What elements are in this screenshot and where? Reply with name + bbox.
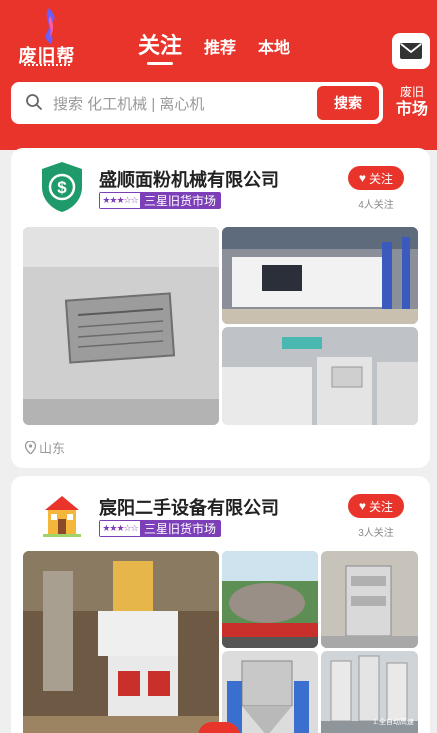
rating-stars: ★★★☆☆ <box>100 193 140 208</box>
rating-badge: ★★★☆☆ 三星旧货市场 <box>99 192 222 209</box>
search-input[interactable]: 搜索 化工机械 | 离心机 <box>53 93 204 114</box>
location-pin-icon <box>25 441 36 454</box>
market-link-line2: 市场 <box>395 101 428 118</box>
tab-recommend[interactable]: 推荐 <box>204 28 236 58</box>
logo-dots <box>24 64 70 69</box>
app-logo[interactable]: 废旧帮 <box>12 8 82 72</box>
follow-count: 3人关注 <box>358 528 394 539</box>
company-card[interactable]: $ 盛顺面粉机械有限公司 ★★★☆☆ 三星旧货市场 ♥ 关注 4人关注 山东 <box>11 148 430 468</box>
company-name[interactable]: 盛顺面粉机械有限公司 <box>99 166 279 192</box>
product-photo[interactable] <box>222 327 418 425</box>
color-sorter-image <box>222 227 418 324</box>
mail-icon <box>400 43 422 59</box>
location: 山东 <box>25 438 65 457</box>
floating-action-button[interactable] <box>198 722 240 733</box>
product-photo[interactable]: 1.全自动高速 <box>321 651 418 733</box>
feed-tabs: 关注 推荐 本地 <box>138 28 290 68</box>
house-icon <box>43 496 81 537</box>
heart-icon: ♥ <box>358 499 367 513</box>
follow-label: 关注 <box>369 171 394 186</box>
flame-icon <box>45 8 55 44</box>
location-text: 山东 <box>39 441 66 456</box>
follow-button[interactable]: ♥ 关注 <box>348 494 404 518</box>
rating-stars: ★★★☆☆ <box>100 521 140 536</box>
product-photo[interactable] <box>222 551 318 648</box>
svg-text:$: $ <box>57 178 67 197</box>
rating-label: 三星旧货市场 <box>140 521 221 536</box>
steel-tank-image <box>222 551 318 648</box>
follow-button[interactable]: ♥ 关注 <box>348 166 404 190</box>
product-photo[interactable] <box>23 551 219 733</box>
rating-label: 三星旧货市场 <box>140 193 221 208</box>
reactor-image <box>321 551 418 648</box>
company-card[interactable]: 宸阳二手设备有限公司 ★★★☆☆ 三星旧货市场 ♥ 关注 3人关注 1.全自动高… <box>11 476 430 733</box>
product-photo[interactable] <box>23 227 219 425</box>
market-link[interactable]: 废旧 市场 <box>392 84 432 120</box>
flour-mill-image <box>222 327 418 425</box>
product-photo[interactable] <box>222 651 318 733</box>
mixer-image <box>222 651 318 733</box>
product-photo[interactable] <box>321 551 418 648</box>
message-button[interactable] <box>392 33 430 69</box>
tab-follow[interactable]: 关注 <box>138 28 182 60</box>
machine-nameplate-image <box>23 227 219 425</box>
photo-caption: 1.全自动高速 <box>373 719 414 726</box>
search-button[interactable]: 搜索 <box>317 86 379 120</box>
rating-badge: ★★★☆☆ 三星旧货市场 <box>99 520 222 537</box>
tab-local[interactable]: 本地 <box>258 28 290 58</box>
follow-label: 关注 <box>369 499 394 514</box>
search-icon <box>26 94 42 110</box>
follow-count: 4人关注 <box>358 200 394 211</box>
search-bar: 搜索 化工机械 | 离心机 搜索 <box>11 82 383 124</box>
pellet-machine-image <box>23 551 219 733</box>
market-link-line1: 废旧 <box>399 85 424 99</box>
dollar-shield-icon: $ <box>42 162 82 212</box>
product-photo[interactable] <box>222 227 418 324</box>
company-name[interactable]: 宸阳二手设备有限公司 <box>99 494 279 520</box>
heart-icon: ♥ <box>358 171 367 185</box>
